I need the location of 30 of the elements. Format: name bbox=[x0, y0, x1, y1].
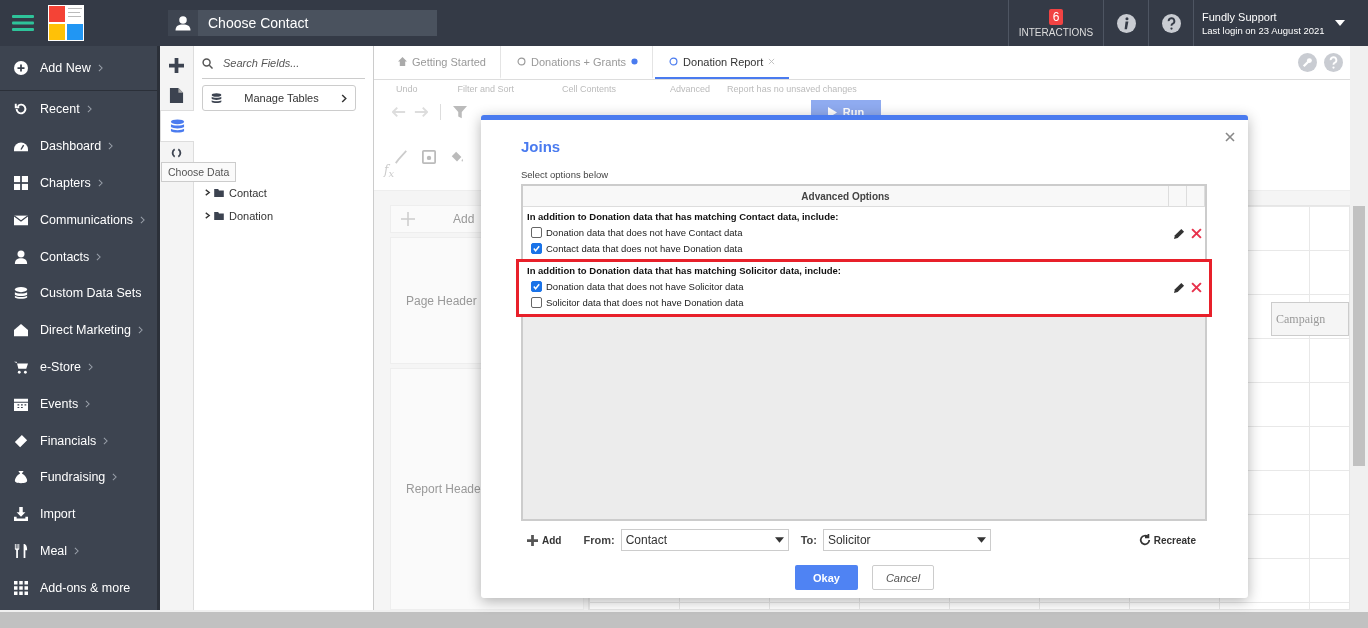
tooltip: Choose Data bbox=[161, 162, 237, 182]
dialog-title: Joins bbox=[521, 138, 562, 155]
menu-label: Communications bbox=[40, 212, 134, 227]
menu-label: Direct Marketing bbox=[40, 323, 131, 338]
to-label: To: bbox=[800, 534, 817, 546]
menu-label: Chapters bbox=[40, 176, 91, 190]
column-header: Advanced Options bbox=[523, 186, 1169, 206]
menu-label: Add New bbox=[40, 61, 91, 75]
menu-label: Add-ons & more bbox=[40, 580, 131, 595]
menu-label: Dashboard bbox=[40, 139, 102, 154]
from-label: From: bbox=[583, 534, 615, 546]
group-label: Undo bbox=[396, 84, 418, 94]
menu-label: Recent bbox=[40, 102, 80, 117]
group-label: Cell Contents bbox=[562, 84, 617, 94]
menu-label: Financials bbox=[40, 433, 97, 448]
group-label: Advanced bbox=[670, 84, 711, 94]
menu-label: Custom Data Sets bbox=[40, 286, 142, 301]
menu-label: Contacts bbox=[40, 249, 90, 264]
join-heading: In addition to Donation data that has matching Contact data, include: bbox=[527, 211, 840, 222]
menu-label: Import bbox=[40, 507, 76, 522]
menu-label: Events bbox=[40, 396, 79, 411]
menu-label: Fundraising bbox=[40, 470, 106, 485]
column-header: Campaign bbox=[1271, 302, 1349, 336]
count-badge: 6 bbox=[1048, 8, 1064, 25]
menu-label: Meal bbox=[40, 543, 68, 558]
group-label: Filter and Sort bbox=[457, 84, 515, 94]
option-label: Donation data that does not have Contact data bbox=[546, 226, 743, 238]
menu-label: e-Store bbox=[40, 359, 81, 374]
instructions: Select options below bbox=[521, 169, 610, 180]
save-status: Report has no unsaved changes bbox=[727, 84, 857, 94]
